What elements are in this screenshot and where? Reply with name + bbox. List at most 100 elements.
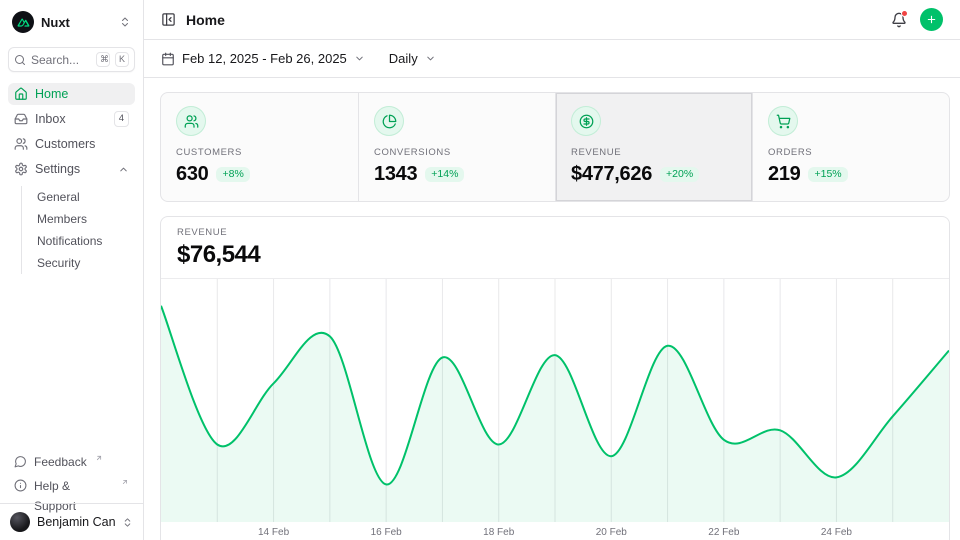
pie-chart-icon	[382, 114, 397, 129]
stat-label: REVENUE	[571, 147, 737, 158]
stat-icon-circle	[571, 106, 601, 136]
sidebar-item-label: Home	[35, 87, 68, 101]
revenue-chart-card: REVENUE $76,544 14 Feb 16 Feb 18 Feb 20 Feb…	[160, 216, 950, 540]
sidebar-item-label: Inbox	[35, 112, 66, 126]
home-icon	[14, 87, 28, 101]
sidebar-item-inbox[interactable]: Inbox 4	[8, 108, 135, 130]
user-menu[interactable]: Benjamin Canac	[0, 503, 143, 540]
chevron-down-icon	[354, 53, 365, 64]
feedback-link[interactable]: Feedback	[8, 452, 135, 473]
gear-icon	[14, 162, 28, 176]
add-button[interactable]	[920, 8, 943, 31]
x-tick-label: 20 Feb	[596, 527, 627, 538]
x-tick-label: 16 Feb	[371, 527, 402, 538]
stat-card-customers[interactable]: CUSTOMERS 630 +8%	[161, 93, 358, 201]
search-box[interactable]: ⌘ K	[8, 47, 135, 72]
stat-label: ORDERS	[768, 147, 934, 158]
x-tick-label: 18 Feb	[483, 527, 514, 538]
sidebar-collapse-button[interactable]	[161, 12, 176, 27]
chart-metric-total: $76,544	[177, 241, 933, 269]
kbd-cmd: ⌘	[96, 52, 110, 67]
inbox-icon	[14, 112, 28, 126]
x-tick-label: 22 Feb	[708, 527, 739, 538]
stat-value: $477,626	[571, 163, 652, 186]
subnav-label: Security	[37, 256, 80, 270]
page-header: Home	[144, 0, 960, 40]
inbox-count-badge: 4	[114, 111, 129, 126]
external-link-arrow-icon	[95, 454, 103, 462]
sidebar-item-label: Settings	[35, 162, 80, 176]
header-actions	[891, 8, 943, 31]
sidebar-subitem-members[interactable]: Members	[22, 208, 135, 230]
sidebar-subitem-general[interactable]: General	[22, 186, 135, 208]
stat-card-conversions[interactable]: CONVERSIONS 1343 +14%	[358, 93, 555, 201]
chart-x-axis: 14 Feb 16 Feb 18 Feb 20 Feb 22 Feb 24 Feb	[161, 522, 949, 540]
stat-icon-circle	[374, 106, 404, 136]
users-icon	[14, 137, 28, 151]
sidebar-subitem-security[interactable]: Security	[22, 252, 135, 274]
chart-plot-area[interactable]	[161, 278, 949, 522]
nuxt-logo-icon	[17, 16, 30, 29]
subnav-label: Members	[37, 212, 87, 226]
workspace-name: Nuxt	[41, 15, 112, 30]
chevron-up-icon	[118, 164, 129, 175]
user-name: Benjamin Canac	[37, 515, 115, 529]
plus-icon	[926, 13, 937, 26]
stat-label: CUSTOMERS	[176, 147, 343, 158]
search-icon	[14, 54, 26, 66]
chevrons-up-down-icon	[122, 517, 133, 528]
sidebar-item-settings[interactable]: Settings	[8, 158, 135, 180]
external-link-arrow-icon	[121, 478, 129, 486]
sidebar-footer-links: Feedback Help & Support	[8, 452, 135, 503]
sidebar: Nuxt ⌘ K Home Inbox 4 Customers	[0, 0, 144, 540]
help-support-link[interactable]: Help & Support	[8, 476, 135, 497]
subnav-label: General	[37, 190, 80, 204]
workspace-switcher[interactable]: Nuxt	[8, 9, 135, 41]
stat-delta-badge: +14%	[425, 167, 464, 183]
stat-value: 630	[176, 163, 208, 186]
calendar-icon	[161, 52, 175, 66]
circle-dollar-icon	[579, 114, 594, 129]
x-tick-label: 24 Feb	[821, 527, 852, 538]
sidebar-item-home[interactable]: Home	[8, 83, 135, 105]
app-window: Nuxt ⌘ K Home Inbox 4 Customers	[0, 0, 960, 540]
stat-card-revenue[interactable]: REVENUE $477,626 +20%	[555, 93, 752, 201]
chart-header: REVENUE $76,544	[161, 217, 949, 278]
chevron-down-icon	[425, 53, 436, 64]
content-area: CUSTOMERS 630 +8% CONVERSIONS 1343 +14%	[144, 78, 960, 540]
stat-delta-badge: +20%	[660, 167, 699, 183]
sidebar-item-customers[interactable]: Customers	[8, 133, 135, 155]
interval-value: Daily	[389, 51, 418, 66]
notification-dot	[901, 10, 908, 17]
stat-card-orders[interactable]: ORDERS 219 +15%	[752, 93, 949, 201]
search-input[interactable]	[31, 53, 91, 67]
user-avatar	[10, 512, 30, 532]
sidebar-spacer	[8, 274, 135, 452]
message-circle-icon	[14, 455, 27, 468]
kbd-k: K	[115, 52, 129, 67]
revenue-chart-svg	[161, 279, 949, 522]
stat-value: 1343	[374, 163, 417, 186]
notifications-button[interactable]	[891, 12, 907, 28]
stat-icon-circle	[768, 106, 798, 136]
stat-value: 219	[768, 163, 800, 186]
filters-toolbar: Feb 12, 2025 - Feb 26, 2025 Daily	[144, 40, 960, 78]
footer-link-label: Feedback	[34, 452, 87, 472]
chart-metric-label: REVENUE	[177, 227, 933, 238]
nuxt-logo	[12, 11, 34, 33]
page-title: Home	[186, 12, 225, 28]
settings-subnav: General Members Notifications Security	[21, 186, 135, 274]
main-panel: Home Feb 12, 2025 - Feb 26, 2025 Daily	[144, 0, 960, 540]
panel-left-close-icon	[161, 12, 176, 27]
stat-delta-badge: +8%	[216, 167, 249, 183]
users-icon	[184, 114, 199, 129]
stat-icon-circle	[176, 106, 206, 136]
stats-row: CUSTOMERS 630 +8% CONVERSIONS 1343 +14%	[160, 92, 950, 202]
interval-select[interactable]: Daily	[389, 51, 436, 66]
subnav-label: Notifications	[37, 234, 102, 248]
sidebar-subitem-notifications[interactable]: Notifications	[22, 230, 135, 252]
sidebar-nav: Home Inbox 4 Customers Settings General …	[8, 83, 135, 274]
x-tick-label: 14 Feb	[258, 527, 289, 538]
info-circle-icon	[14, 479, 27, 492]
date-range-picker[interactable]: Feb 12, 2025 - Feb 26, 2025	[161, 51, 365, 66]
